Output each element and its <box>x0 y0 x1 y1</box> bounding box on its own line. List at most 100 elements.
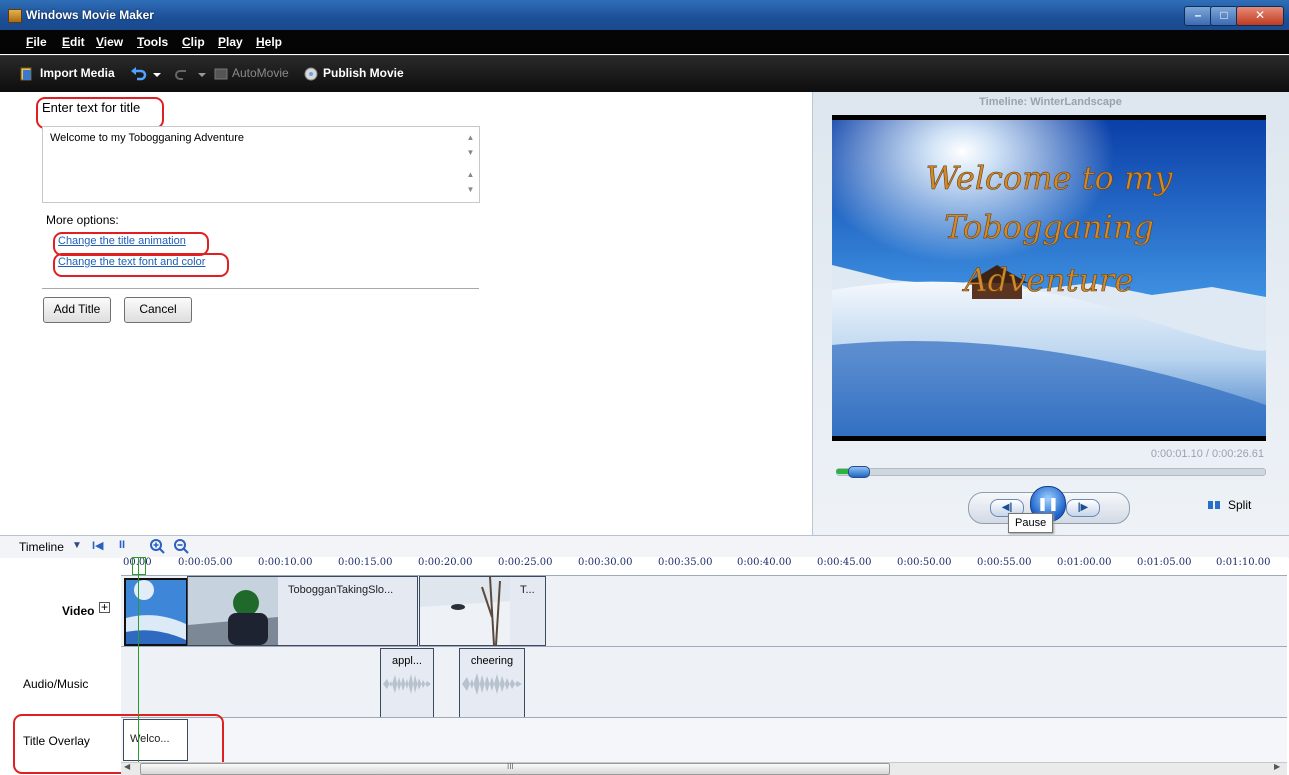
publish-movie-icon <box>304 67 318 81</box>
minimize-icon: – <box>1194 8 1202 22</box>
menu-help[interactable]: Help <box>256 35 282 49</box>
ruler-tick: 0:00:25.00 <box>498 557 553 568</box>
ruler-tick: 0:00:30.00 <box>578 557 633 568</box>
title-text-scrollbar-2[interactable]: ▲ ▼ <box>462 164 479 202</box>
title-text-input-line1[interactable]: Welcome to my Tobogganing Adventure ▲ ▼ <box>42 126 480 166</box>
video-clip-name: T... <box>520 584 535 596</box>
title-overlay-track[interactable] <box>121 717 1287 763</box>
menu-file[interactable]: File <box>26 35 47 49</box>
video-clip[interactable] <box>124 578 188 646</box>
menu-tools[interactable]: Tools <box>137 35 168 49</box>
menu-clip[interactable]: Clip <box>182 35 205 49</box>
undo-icon[interactable] <box>130 67 148 81</box>
ruler-tick: 0:00:40.00 <box>737 557 792 568</box>
previous-frame-icon: ◀| <box>1001 502 1013 513</box>
expand-icon[interactable]: + <box>99 601 110 613</box>
redo-icon[interactable] <box>174 67 190 81</box>
close-icon: ✕ <box>1254 8 1266 22</box>
video-clip[interactable]: T... <box>419 576 546 646</box>
scroll-up-icon: ▲ <box>466 170 475 179</box>
change-font-color-link[interactable]: Change the text font and color <box>58 256 205 268</box>
playhead[interactable] <box>138 557 139 767</box>
scroll-up-icon: ▲ <box>466 133 475 142</box>
winter-landscape-image: Welcome to my Tobogganing Adventure <box>832 120 1268 436</box>
clip-thumbnail <box>420 577 510 645</box>
pause-timeline-icon[interactable]: II <box>119 539 125 551</box>
next-frame-icon: |▶ <box>1077 502 1089 513</box>
ruler-tick: 0:00:55.00 <box>977 557 1032 568</box>
ruler-tick: 0:01:10.00 <box>1216 557 1271 568</box>
ruler-tick: 0:01:05.00 <box>1137 557 1192 568</box>
ruler-tick: 0:00:10.00 <box>258 557 313 568</box>
ruler-tick: 0:00:15.00 <box>338 557 393 568</box>
video-clip-name: TobogganTakingSlo... <box>288 584 394 596</box>
time-readout: 0:00:01.10 / 0:00:26.61 <box>1150 448 1264 460</box>
waveform <box>462 673 522 695</box>
cancel-button[interactable]: Cancel <box>124 297 192 323</box>
timeline-scroll-thumb[interactable]: III <box>140 762 890 775</box>
automovie-button[interactable]: AutoMovie <box>232 66 289 80</box>
minimize-button[interactable]: – <box>1184 6 1212 26</box>
menu-bar: File Edit View Tools Clip Play Help <box>0 30 1289 54</box>
audio-clip[interactable]: appl... <box>380 648 434 718</box>
title-text-input-line2[interactable]: ▲ ▼ <box>42 164 480 203</box>
menu-play[interactable]: Play <box>218 35 243 49</box>
audio-track[interactable] <box>121 646 1287 717</box>
timeline-toolbar <box>0 535 1289 558</box>
undo-dropdown-icon[interactable] <box>153 67 161 81</box>
ruler-tick: 0:00:20.00 <box>418 557 473 568</box>
title-bar: Windows Movie Maker <box>0 0 1289 31</box>
clip-thumbnail <box>126 580 186 644</box>
pause-tooltip: Pause <box>1008 513 1054 533</box>
audio-clip-name: cheering <box>470 655 514 667</box>
overlay-title-line1: Welcome to my <box>926 159 1174 197</box>
video-track-header: Video + <box>0 576 120 646</box>
scroll-grip: III <box>507 762 514 771</box>
close-button[interactable]: ✕ <box>1236 6 1284 26</box>
next-frame-button[interactable]: |▶ <box>1066 499 1100 517</box>
import-media-icon <box>20 67 32 81</box>
title-text-scrollbar[interactable]: ▲ ▼ <box>462 127 479 165</box>
timeline-view-dropdown[interactable]: Timeline <box>19 540 64 554</box>
ruler-tick: 0:00:45.00 <box>817 557 872 568</box>
ruler-tick: 0:01:00.00 <box>1057 557 1112 568</box>
scroll-down-icon: ▼ <box>466 185 475 194</box>
audio-clip[interactable]: cheering <box>459 648 525 718</box>
more-options-label: More options: <box>46 213 119 227</box>
redo-dropdown-icon[interactable] <box>198 67 206 81</box>
audio-track-header: Audio/Music <box>0 647 120 717</box>
maximize-button[interactable]: □ <box>1210 6 1238 26</box>
publish-movie-button[interactable]: Publish Movie <box>323 66 404 80</box>
menu-edit[interactable]: Edit <box>62 35 85 49</box>
audio-clip-name: appl... <box>392 655 422 667</box>
import-media-button[interactable]: Import Media <box>40 66 115 80</box>
ruler-tick: 0:00:50.00 <box>897 557 952 568</box>
title-text-value: Welcome to my Tobogganing Adventure <box>50 132 245 144</box>
movie-maker-app-icon <box>8 9 22 23</box>
audio-track-label: Audio/Music <box>23 677 89 691</box>
zoom-in-icon[interactable] <box>149 538 165 554</box>
scroll-left-icon[interactable]: ◀ <box>124 762 130 771</box>
video-track-label: Video <box>62 604 95 618</box>
ruler-tick: 0:00:35.00 <box>658 557 713 568</box>
zoom-out-icon[interactable] <box>173 538 189 554</box>
split-button[interactable]: Split <box>1228 498 1251 512</box>
scroll-right-icon[interactable]: ▶ <box>1274 762 1280 771</box>
add-title-button[interactable]: Add Title <box>43 297 111 323</box>
title-editor-heading: Enter text for title <box>42 100 141 115</box>
video-preview: Welcome to my Tobogganing Adventure <box>832 115 1268 441</box>
video-clip[interactable]: TobogganTakingSlo... <box>187 576 418 646</box>
pause-icon: ❚❚ <box>1037 496 1059 511</box>
preview-timeline-name: Timeline: WinterLandscape <box>979 96 1122 108</box>
menu-view[interactable]: View <box>96 35 123 49</box>
overlay-title-line3: Adventure <box>962 261 1134 299</box>
change-title-animation-link[interactable]: Change the title animation <box>58 235 186 247</box>
seek-thumb[interactable] <box>848 466 870 478</box>
window-title: Windows Movie Maker <box>26 8 154 22</box>
waveform <box>383 674 431 694</box>
seek-bar[interactable] <box>836 468 1266 476</box>
rewind-timeline-icon[interactable]: I◀ <box>92 539 104 552</box>
overlay-title-line2: Tobogganing <box>944 208 1154 246</box>
chevron-down-icon[interactable]: ▼ <box>72 540 82 551</box>
playhead-handle[interactable] <box>132 557 146 575</box>
